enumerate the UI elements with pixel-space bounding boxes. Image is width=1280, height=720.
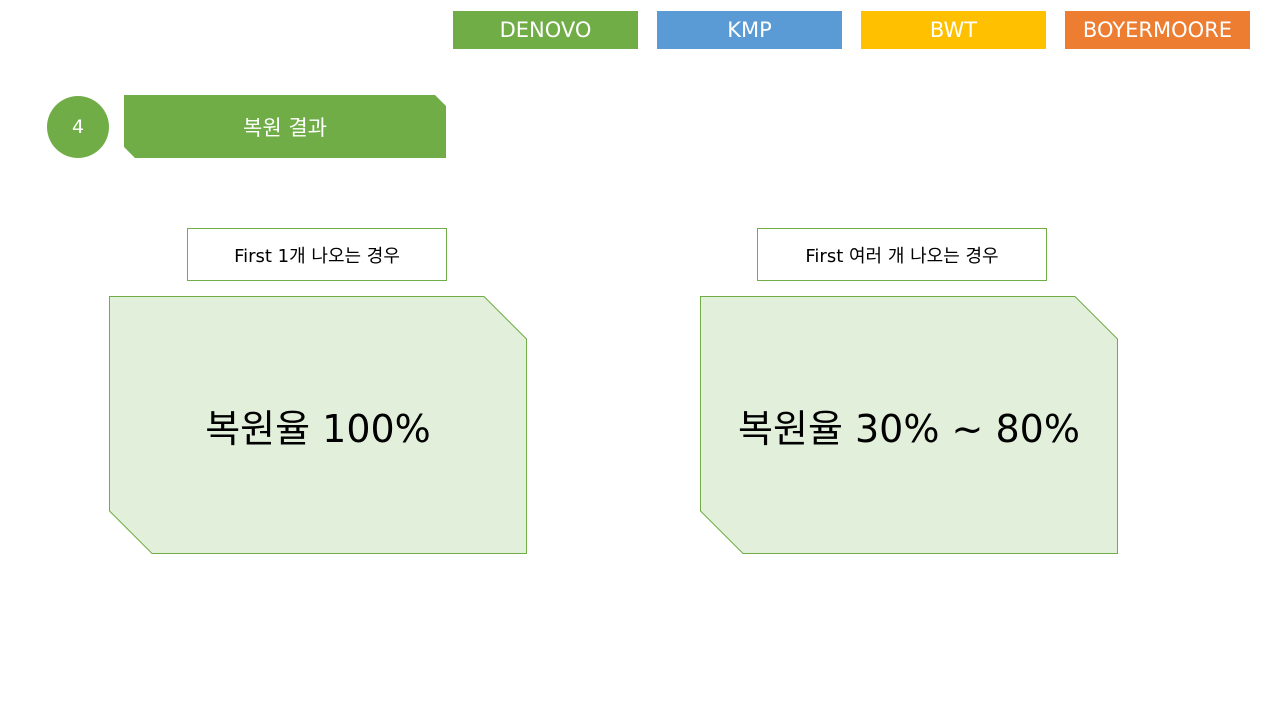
result-card-single: 복원율 100%: [109, 296, 527, 554]
result-card-multiple: 복원율 30% ~ 80%: [700, 296, 1118, 554]
tag-kmp[interactable]: KMP: [657, 11, 842, 49]
tag-denovo[interactable]: DENOVO: [453, 11, 638, 49]
result-text-multiple: 복원율 30% ~ 80%: [738, 406, 1080, 451]
tag-bwt[interactable]: BWT: [861, 11, 1046, 49]
tag-boyermoore[interactable]: BOYERMOORE: [1065, 11, 1250, 49]
section-number-badge: 4: [47, 96, 109, 158]
section-title: 복원 결과: [124, 95, 446, 158]
case-label-single: First 1개 나오는 경우: [187, 228, 447, 281]
case-label-multiple: First 여러 개 나오는 경우: [757, 228, 1047, 281]
slide: DENOVO KMP BWT BOYERMOORE 4 복원 결과 First …: [0, 0, 1280, 720]
result-text-single: 복원율 100%: [205, 406, 431, 451]
